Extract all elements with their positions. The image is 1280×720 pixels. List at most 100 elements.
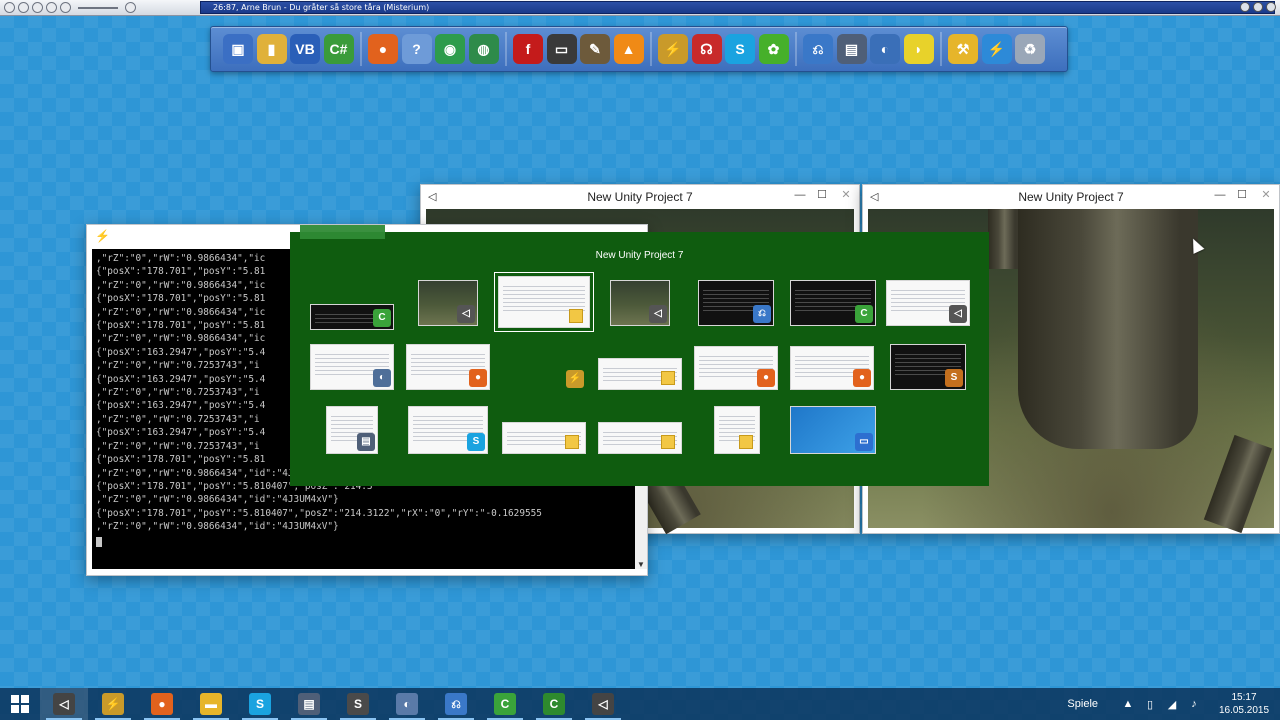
switcher-thumbnail[interactable]: S <box>890 344 966 390</box>
gimp-icon[interactable]: ✎ <box>580 34 610 64</box>
skype-icon: S <box>249 693 271 715</box>
now-playing-title: 26:87, Arne Brun - Du gråter så store tå… <box>200 1 1275 14</box>
close-button[interactable]: ✕ <box>1253 185 1279 205</box>
taskbar-unity-2[interactable]: ◁ <box>579 688 627 720</box>
stop-icon[interactable] <box>46 2 57 13</box>
switcher-thumbnail[interactable]: ▤ <box>326 406 378 454</box>
start-button[interactable] <box>0 688 40 720</box>
switcher-thumbnail[interactable]: ● <box>406 344 490 390</box>
taskbar-devices[interactable]: ▤ <box>285 688 333 720</box>
scroll-down-icon[interactable]: ▼ <box>637 560 645 569</box>
icq-icon[interactable]: ✿ <box>758 34 789 64</box>
console-c1-icon: C <box>494 693 516 715</box>
device-icon[interactable]: ▯ <box>1142 698 1158 711</box>
switcher-thumbnail[interactable]: ◁ <box>418 280 478 326</box>
switcher-thumbnail[interactable]: ◐ <box>310 344 394 390</box>
switcher-thumbnail[interactable] <box>598 422 682 454</box>
maximize-icon[interactable] <box>1253 2 1263 12</box>
taskbar-sublime[interactable]: S <box>334 688 382 720</box>
lightning-icon[interactable]: ⚡ <box>981 34 1012 64</box>
close-icon[interactable] <box>1266 2 1276 12</box>
clock[interactable]: 15:17 16.05.2015 <box>1208 691 1280 717</box>
sword-icon[interactable]: ⚡ <box>658 34 688 64</box>
chrome-icon[interactable]: ◉ <box>435 34 465 64</box>
window-titlebar[interactable]: ◁ New Unity Project 7 — ☐ ✕ <box>863 185 1279 209</box>
maximize-button[interactable]: ☐ <box>811 185 833 205</box>
headset-icon[interactable]: ☊ <box>691 34 722 64</box>
monitor-icon[interactable]: ▭ <box>546 34 577 64</box>
yellow-app-icon[interactable]: ◗ <box>903 34 934 64</box>
firefox-icon[interactable]: ● <box>368 34 398 64</box>
seek-bar[interactable] <box>78 6 118 9</box>
taskbar-sword-app[interactable]: ⚡ <box>89 688 137 720</box>
explorer-icon: ▬ <box>200 693 222 715</box>
minimize-icon[interactable] <box>1240 2 1250 12</box>
network-icon[interactable]: ⎌ <box>803 34 833 64</box>
taskbar-console-c2[interactable]: C <box>530 688 578 720</box>
console-line: {"posX":"178.701","posY":"5.810407","pos… <box>96 507 542 519</box>
computer-icon[interactable]: ▣ <box>223 34 253 64</box>
volume-icon[interactable]: ♪ <box>1186 698 1202 710</box>
vlc-icon[interactable]: ▲ <box>613 34 644 64</box>
prev-icon[interactable] <box>4 2 15 13</box>
switcher-thumbnail[interactable]: ◁ <box>610 280 670 326</box>
flash-icon[interactable]: f <box>513 34 543 64</box>
switcher-thumbnail[interactable]: ◁ <box>886 280 970 326</box>
app-badge-icon: ▤ <box>357 433 375 451</box>
devices-icon[interactable]: ▤ <box>836 34 867 64</box>
app-badge-icon: ▭ <box>855 433 873 451</box>
switcher-thumbnail[interactable]: ⎌ <box>698 280 774 326</box>
window-titlebar[interactable]: ◁ New Unity Project 7 — ☐ ✕ <box>421 185 859 209</box>
wifi-icon[interactable]: ◢ <box>1164 698 1180 711</box>
app-badge-icon: ◁ <box>649 305 667 323</box>
minimize-button[interactable]: — <box>789 185 811 205</box>
pause-icon[interactable] <box>32 2 43 13</box>
tray-label[interactable]: Spiele <box>1067 698 1098 710</box>
teamspeak-icon: ◐ <box>396 693 418 715</box>
play-icon[interactable] <box>18 2 29 13</box>
globe-icon[interactable]: ◍ <box>468 34 499 64</box>
taskbar-firefox[interactable]: ● <box>138 688 186 720</box>
console-line: ,"rZ":"0","rW":"0.9866434","id":"4J3UM4x… <box>96 521 339 533</box>
taskbar-console-c1[interactable]: C <box>481 688 529 720</box>
app-badge-icon: ◁ <box>949 305 967 323</box>
app-badge-icon: ◐ <box>373 369 391 387</box>
maximize-button[interactable]: ☐ <box>1231 185 1253 205</box>
switcher-thumbnail[interactable]: C <box>310 304 394 330</box>
app-badge-icon: ⎌ <box>753 305 771 323</box>
csharp-icon[interactable]: C# <box>323 34 354 64</box>
switcher-thumbnail[interactable]: C <box>790 280 876 326</box>
switcher-thumbnail[interactable]: ▭ <box>790 406 876 454</box>
app-badge-icon: ◁ <box>457 305 475 323</box>
recycle-bin-icon[interactable]: ♻ <box>1015 34 1045 64</box>
close-button[interactable]: ✕ <box>833 185 859 205</box>
switcher-thumbnail[interactable]: S <box>408 406 488 454</box>
teamspeak-icon[interactable]: ◐ <box>870 34 900 64</box>
switcher-thumbnail[interactable] <box>598 358 682 390</box>
vb-icon[interactable]: VB <box>290 34 320 64</box>
taskbar-explorer[interactable]: ▬ <box>187 688 235 720</box>
sword-app-icon: ⚡ <box>102 693 124 715</box>
switcher-thumbnail[interactable]: ● <box>790 346 874 390</box>
chevron-up-icon[interactable]: ▲ <box>1120 698 1136 710</box>
skype-icon[interactable]: S <box>725 34 755 64</box>
minimize-button[interactable]: — <box>1209 185 1231 205</box>
app-badge-icon: C <box>373 309 391 327</box>
next-icon[interactable] <box>60 2 71 13</box>
switcher-thumbnail[interactable] <box>494 272 594 332</box>
user-folder-icon[interactable]: ▮ <box>256 34 287 64</box>
help-icon[interactable]: ? <box>401 34 432 64</box>
media-window-controls <box>1240 2 1276 12</box>
switcher-thumbnail[interactable]: ⚡ <box>502 364 586 390</box>
switcher-thumbnail[interactable] <box>502 422 586 454</box>
taskbar-skype[interactable]: S <box>236 688 284 720</box>
taskbar-network[interactable]: ⎌ <box>432 688 480 720</box>
tools-icon[interactable]: ⚒ <box>948 34 978 64</box>
open-icon[interactable] <box>125 2 136 13</box>
media-player-bar: 26:87, Arne Brun - Du gråter så store tå… <box>0 0 1280 16</box>
taskbar-unity[interactable]: ◁ <box>40 688 88 720</box>
taskbar-teamspeak[interactable]: ◐ <box>383 688 431 720</box>
app-badge-icon: ● <box>757 369 775 387</box>
switcher-thumbnail[interactable]: ● <box>694 346 778 390</box>
switcher-thumbnail[interactable] <box>714 406 760 454</box>
